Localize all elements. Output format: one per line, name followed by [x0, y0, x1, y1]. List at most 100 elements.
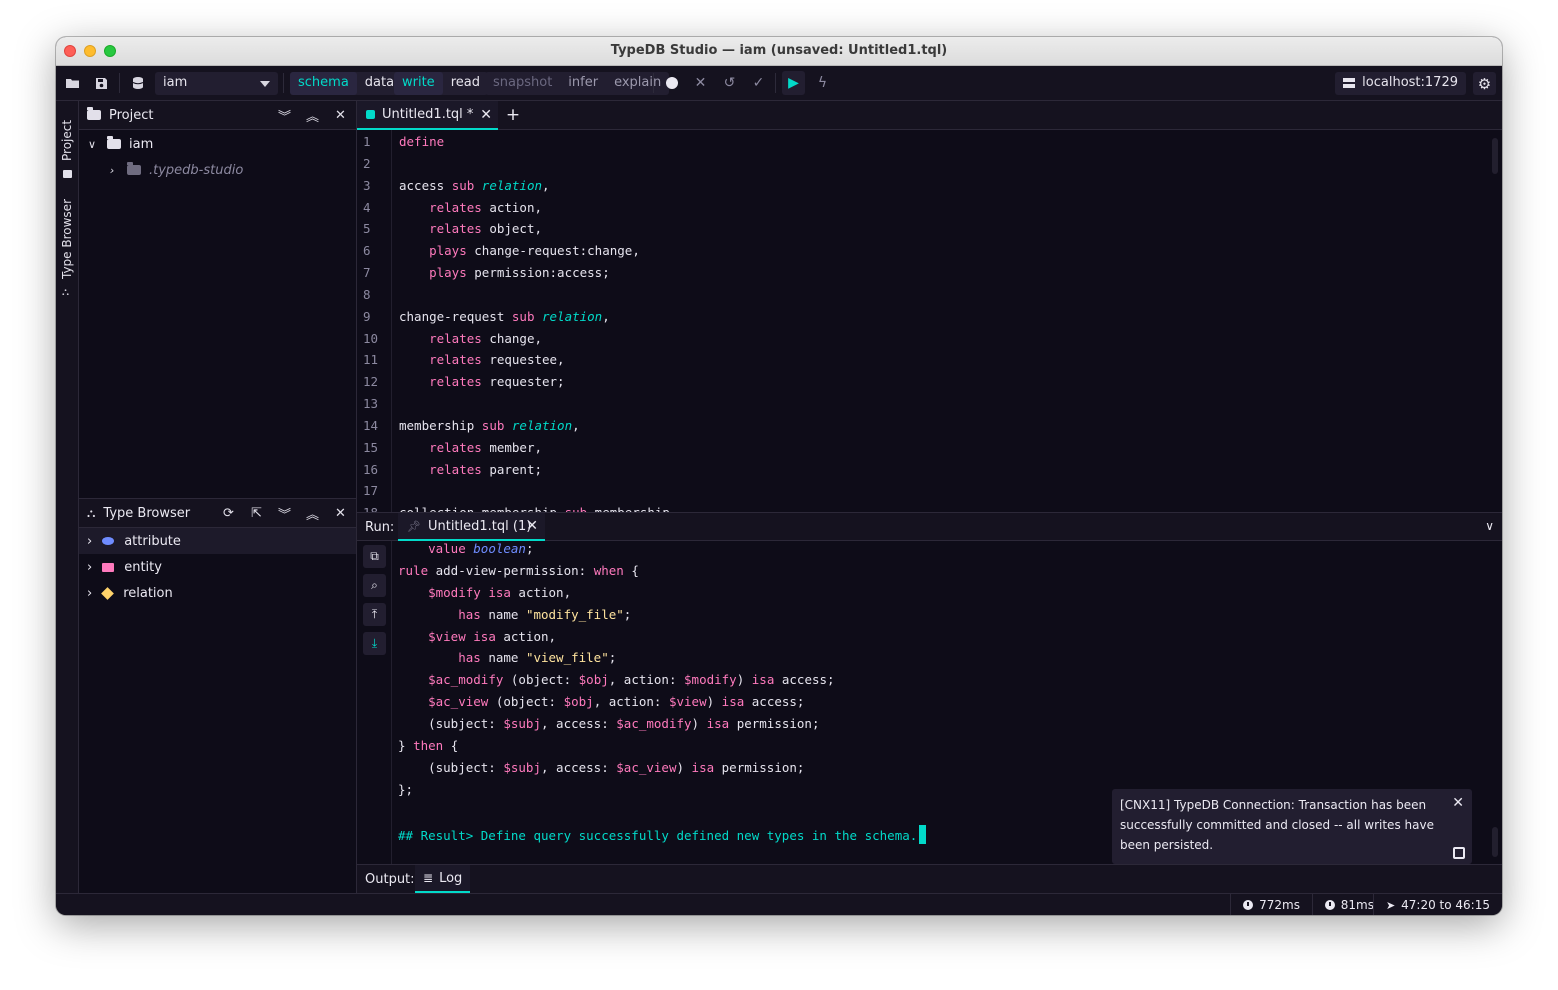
close-icon[interactable]: ✕ — [480, 107, 492, 123]
log-line: (subject: $subj, access: $ac_view) isa p… — [398, 760, 805, 775]
close-icon[interactable]: ✕ — [1452, 793, 1464, 813]
main-toolbar: iam schema data write read snapshot infe… — [56, 66, 1502, 101]
run-scrollbar[interactable] — [1492, 827, 1498, 857]
line-number-gutter: 1 2 3 4 5 6 7 8 9 10 11 12 13 14 15 16 1… — [357, 130, 392, 512]
transaction-write-button[interactable]: write — [394, 72, 443, 95]
server-connection-button[interactable]: localhost:1729 — [1335, 72, 1466, 95]
refresh-icon[interactable]: ⟳ — [217, 503, 240, 524]
line-number: 7 — [363, 265, 371, 280]
chevron-right-icon[interactable]: › — [105, 164, 119, 177]
line-number: 16 — [363, 462, 379, 477]
tab-log[interactable]: ≣ Log — [415, 865, 470, 893]
search-icon[interactable]: ⌕ — [363, 574, 386, 597]
code-line: define — [399, 134, 445, 149]
tab-untitled1[interactable]: Untitled1.tql * ✕ — [357, 101, 498, 130]
undo-icon[interactable]: ↺ — [718, 71, 741, 95]
circle-icon[interactable] — [660, 71, 683, 95]
code-editor[interactable]: 1 2 3 4 5 6 7 8 9 10 11 12 13 14 15 16 1… — [357, 130, 1502, 512]
panel-title: Project — [109, 107, 154, 123]
notification-text: [CNX11] TypeDB Connection: Transaction h… — [1120, 798, 1434, 852]
bolt-icon[interactable]: ϟ — [811, 71, 834, 95]
log-line: ## Result> Define query successfully def… — [398, 825, 927, 844]
app-window: TypeDB Studio — iam (unsaved: Untitled1.… — [56, 37, 1502, 915]
copy-icon[interactable]: ⧉ — [363, 545, 386, 568]
gear-icon[interactable]: ⚙ — [1473, 72, 1496, 95]
hierarchy-icon: ⛬ — [87, 505, 96, 520]
type-item-relation[interactable]: › relation — [79, 580, 356, 606]
database-icon[interactable] — [126, 71, 149, 95]
run-panel-header: Run: 📌︎ Untitled1.tql (1) ✕ ∨ — [357, 512, 1502, 541]
line-number: 4 — [363, 200, 371, 215]
scroll-top-icon[interactable]: ⤒ — [363, 603, 386, 626]
save-icon[interactable] — [90, 71, 113, 95]
tree-item-iam[interactable]: ∨ iam — [79, 131, 356, 157]
type-browser-header: ⛬ Type Browser ⟳ ⇱ ︾ ︽ ✕ — [79, 499, 356, 528]
chevron-right-icon[interactable]: › — [87, 534, 92, 549]
external-link-icon[interactable]: ⇱ — [245, 503, 268, 524]
entity-icon — [102, 562, 115, 572]
result-message: ## Result> Define query successfully def… — [398, 828, 918, 843]
expand-all-icon[interactable]: ︾ — [273, 503, 296, 524]
status-bar: 772ms 81ms ➤ 47:20 to 46:15 — [56, 893, 1502, 915]
chevron-right-icon[interactable]: › — [87, 560, 92, 575]
project-panel: Project ︾ ︽ ✕ ∨ iam › .typedb-studio — [79, 101, 357, 498]
editor-scrollbar[interactable] — [1492, 138, 1498, 174]
transaction-read-button[interactable]: read — [443, 72, 488, 95]
log-line: has name "view_file"; — [458, 650, 617, 665]
copy-icon[interactable] — [1453, 847, 1465, 859]
output-panel-header: Output: ≣ Log — [357, 864, 1502, 893]
chevron-right-icon[interactable]: › — [87, 586, 92, 601]
collapse-all-icon[interactable]: ︽ — [301, 105, 324, 126]
close-icon[interactable]: ✕ — [526, 518, 538, 534]
code-line: relates requester; — [429, 374, 565, 389]
new-tab-icon[interactable]: + — [503, 105, 523, 125]
run-side-toolbar: ⧉ ⌕ ⤒ ⤓ — [357, 541, 392, 864]
open-folder-icon[interactable] — [61, 71, 84, 95]
tree-item-label: iam — [129, 136, 154, 152]
window-title: TypeDB Studio — iam (unsaved: Untitled1.… — [610, 43, 948, 58]
cursor-position-status: ➤ 47:20 to 46:15 — [1372, 894, 1502, 915]
snapshot-option[interactable]: snapshot — [485, 72, 560, 95]
type-item-label: entity — [124, 559, 162, 575]
project-panel-header: Project ︾ ︽ ✕ — [79, 101, 356, 130]
type-item-entity[interactable]: › entity — [79, 554, 356, 580]
code-line: change-request sub relation, — [399, 309, 610, 324]
folder-icon — [63, 170, 72, 178]
sidebar-tab-project[interactable]: Project — [56, 101, 79, 181]
run-label: Run: — [365, 520, 395, 535]
tree-item-typedb-studio[interactable]: › .typedb-studio — [79, 157, 356, 183]
close-icon[interactable]: ✕ — [329, 503, 352, 524]
session-type-toggle: schema data — [290, 72, 403, 95]
run-tab[interactable]: 📌︎ Untitled1.tql (1) ✕ — [398, 513, 545, 541]
code-line: relates member, — [429, 440, 543, 455]
log-line: value boolean; — [428, 541, 534, 556]
query-time-status: 772ms — [1230, 894, 1312, 915]
sidebar-tab-type-browser[interactable]: Type Browser ⛬ — [56, 197, 79, 337]
sidebar-tab-label: Project — [60, 119, 74, 161]
status-text: 47:20 to 46:15 — [1401, 898, 1490, 912]
code-line: relates action, — [429, 200, 543, 215]
line-number: 1 — [363, 134, 371, 149]
check-icon[interactable]: ✓ — [747, 71, 770, 95]
close-icon[interactable]: ✕ — [329, 105, 352, 126]
pin-icon[interactable]: 📌︎ — [407, 520, 421, 533]
type-item-label: relation — [123, 585, 173, 601]
chevron-down-icon[interactable]: ∨ — [1485, 519, 1494, 533]
collapse-all-icon[interactable]: ︽ — [301, 503, 324, 524]
close-icon[interactable]: ✕ — [689, 71, 712, 95]
transaction-type-toggle: write read — [394, 72, 488, 95]
play-icon[interactable]: ▶ — [782, 71, 805, 95]
expand-all-icon[interactable]: ︾ — [273, 105, 296, 126]
infer-option[interactable]: infer — [560, 72, 606, 95]
clock-icon — [1243, 900, 1254, 910]
log-line: has name "modify_file"; — [458, 607, 632, 622]
sidebar-tab-label: Type Browser — [60, 198, 74, 279]
session-schema-button[interactable]: schema — [290, 72, 357, 95]
code-line: relates change, — [429, 331, 543, 346]
scroll-bottom-icon[interactable]: ⤓ — [363, 632, 386, 655]
list-icon: ≣ — [423, 871, 434, 885]
code-line: plays change-request:change, — [429, 243, 640, 258]
database-select[interactable]: iam — [155, 72, 278, 95]
type-item-attribute[interactable]: › attribute — [79, 528, 356, 554]
chevron-down-icon[interactable]: ∨ — [85, 138, 99, 151]
